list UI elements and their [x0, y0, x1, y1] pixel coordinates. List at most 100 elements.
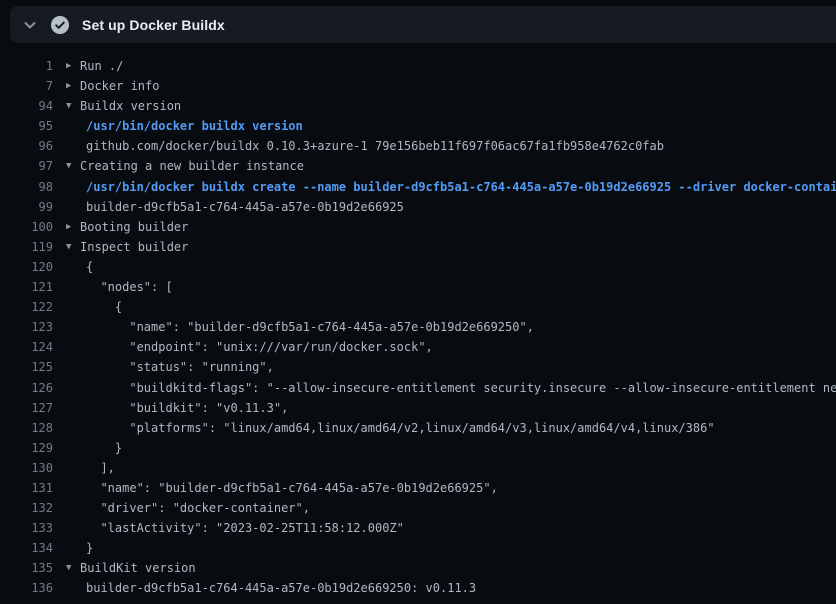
log-line: 134 }	[0, 538, 836, 558]
chevron-down-icon[interactable]	[22, 17, 38, 33]
group-toggle-icon	[66, 277, 80, 297]
log-line: 122 {	[0, 297, 836, 317]
log-line-text: {	[80, 257, 93, 277]
line-number[interactable]: 99	[0, 197, 53, 217]
log-line: 132 "driver": "docker-container",	[0, 498, 836, 518]
log-line-text: "driver": "docker-container",	[80, 498, 310, 518]
group-toggle-icon	[66, 317, 80, 337]
log-line-text[interactable]: BuildKit version	[80, 558, 196, 578]
log-line-text: "endpoint": "unix:///var/run/docker.sock…	[80, 337, 433, 357]
log-line-text: "status": "running",	[80, 357, 274, 377]
log-line-text[interactable]: Run ./	[80, 56, 123, 76]
line-number[interactable]: 95	[0, 116, 53, 136]
log-line: 131 "name": "builder-d9cfb5a1-c764-445a-…	[0, 478, 836, 498]
log-line: 124 "endpoint": "unix:///var/run/docker.…	[0, 337, 836, 357]
group-toggle-icon	[66, 478, 80, 498]
line-number[interactable]: 126	[0, 378, 53, 398]
line-number[interactable]: 96	[0, 136, 53, 156]
line-number[interactable]: 1	[0, 56, 53, 76]
group-toggle-icon[interactable]: ▶	[66, 76, 80, 96]
line-number[interactable]: 124	[0, 337, 53, 357]
line-number[interactable]: 127	[0, 398, 53, 418]
line-number[interactable]: 7	[0, 76, 53, 96]
line-number[interactable]: 135	[0, 558, 53, 578]
log-line[interactable]: 135 ▼ BuildKit version	[0, 558, 836, 578]
group-toggle-icon	[66, 458, 80, 478]
group-toggle-icon[interactable]: ▶	[66, 56, 80, 76]
group-toggle-icon	[66, 438, 80, 458]
group-toggle-icon[interactable]: ▼	[66, 237, 80, 257]
log-line-text[interactable]: Docker info	[80, 76, 159, 96]
log-line: 126 "buildkitd-flags": "--allow-insecure…	[0, 378, 836, 398]
line-number[interactable]: 122	[0, 297, 53, 317]
log-line: 121 "nodes": [	[0, 277, 836, 297]
log-line: 136 builder-d9cfb5a1-c764-445a-a57e-0b19…	[0, 578, 836, 598]
step-header[interactable]: Set up Docker Buildx	[10, 6, 836, 43]
log-line[interactable]: 1 ▶ Run ./	[0, 56, 836, 76]
log-line[interactable]: 7 ▶ Docker info	[0, 76, 836, 96]
line-number[interactable]: 136	[0, 578, 53, 598]
line-number[interactable]: 131	[0, 478, 53, 498]
line-number[interactable]: 133	[0, 518, 53, 538]
log-line: 120 {	[0, 257, 836, 277]
line-number[interactable]: 134	[0, 538, 53, 558]
group-toggle-icon	[66, 177, 80, 197]
log-line: 95 /usr/bin/docker buildx version	[0, 116, 836, 136]
line-number[interactable]: 132	[0, 498, 53, 518]
log-line: 129 }	[0, 438, 836, 458]
group-toggle-icon	[66, 398, 80, 418]
log-line-text: }	[80, 438, 122, 458]
group-toggle-icon[interactable]: ▶	[66, 217, 80, 237]
group-toggle-icon	[66, 518, 80, 538]
log-line-text[interactable]: Inspect builder	[80, 237, 188, 257]
log-line: 123 "name": "builder-d9cfb5a1-c764-445a-…	[0, 317, 836, 337]
log-line[interactable]: 100 ▶ Booting builder	[0, 217, 836, 237]
log-line-text: "buildkitd-flags": "--allow-insecure-ent…	[80, 378, 836, 398]
line-number[interactable]: 121	[0, 277, 53, 297]
line-number[interactable]: 98	[0, 177, 53, 197]
group-toggle-icon[interactable]: ▼	[66, 558, 80, 578]
log-line[interactable]: 94 ▼ Buildx version	[0, 96, 836, 116]
log-line: 98 /usr/bin/docker buildx create --name …	[0, 177, 836, 197]
group-toggle-icon[interactable]: ▼	[66, 96, 80, 116]
check-circle-icon	[51, 16, 69, 34]
group-toggle-icon	[66, 357, 80, 377]
log-line-text[interactable]: Buildx version	[80, 96, 181, 116]
log-line: 130 ],	[0, 458, 836, 478]
line-number[interactable]: 120	[0, 257, 53, 277]
line-number[interactable]: 128	[0, 418, 53, 438]
group-toggle-icon	[66, 578, 80, 598]
log-line: 99 builder-d9cfb5a1-c764-445a-a57e-0b19d…	[0, 197, 836, 217]
log-line-text: "name": "builder-d9cfb5a1-c764-445a-a57e…	[80, 317, 534, 337]
log-line: 125 "status": "running",	[0, 357, 836, 377]
line-number[interactable]: 97	[0, 156, 53, 176]
group-toggle-icon	[66, 136, 80, 156]
line-number[interactable]: 100	[0, 217, 53, 237]
group-toggle-icon	[66, 297, 80, 317]
line-number[interactable]: 94	[0, 96, 53, 116]
log-line: 96 github.com/docker/buildx 0.10.3+azure…	[0, 136, 836, 156]
log-line-text: builder-d9cfb5a1-c764-445a-a57e-0b19d2e6…	[80, 197, 404, 217]
group-toggle-icon	[66, 538, 80, 558]
log-line: 127 "buildkit": "v0.11.3",	[0, 398, 836, 418]
group-toggle-icon[interactable]: ▼	[66, 156, 80, 176]
group-toggle-icon	[66, 257, 80, 277]
log-line[interactable]: 97 ▼ Creating a new builder instance	[0, 156, 836, 176]
line-number[interactable]: 129	[0, 438, 53, 458]
line-number[interactable]: 130	[0, 458, 53, 478]
group-toggle-icon	[66, 197, 80, 217]
log-lines: 1 ▶ Run ./ 7 ▶ Docker info 94 ▼ Buildx v…	[0, 56, 836, 599]
log-line-text: github.com/docker/buildx 0.10.3+azure-1 …	[80, 136, 664, 156]
line-number[interactable]: 123	[0, 317, 53, 337]
line-number[interactable]: 125	[0, 357, 53, 377]
log-line-text[interactable]: Creating a new builder instance	[80, 156, 304, 176]
log-line-text: "name": "builder-d9cfb5a1-c764-445a-a57e…	[80, 478, 498, 498]
log-line-text: /usr/bin/docker buildx create --name bui…	[80, 177, 836, 197]
group-toggle-icon	[66, 418, 80, 438]
log-line-text: /usr/bin/docker buildx version	[80, 116, 303, 136]
line-number[interactable]: 119	[0, 237, 53, 257]
group-toggle-icon	[66, 337, 80, 357]
log-line[interactable]: 119 ▼ Inspect builder	[0, 237, 836, 257]
log-line-text[interactable]: Booting builder	[80, 217, 188, 237]
log-line-text: ],	[80, 458, 115, 478]
